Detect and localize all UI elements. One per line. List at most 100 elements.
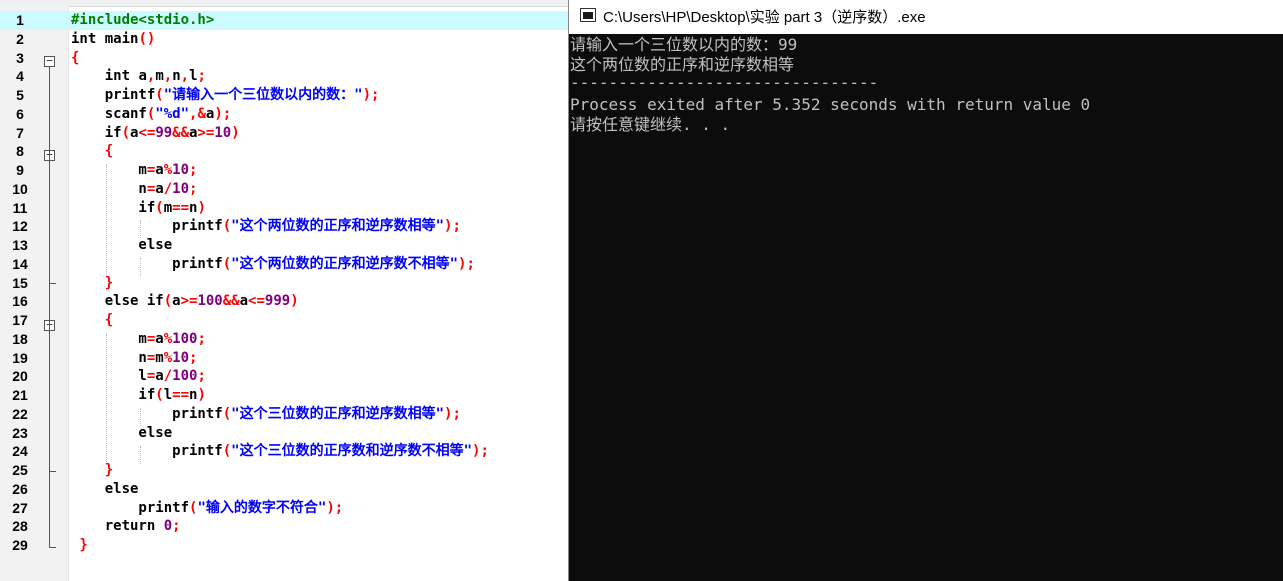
code-line[interactable]: 16 else if(a>=100&&a<=999) — [0, 292, 568, 311]
code-text[interactable]: { — [71, 49, 79, 68]
code-token: if — [71, 124, 122, 141]
code-token: % — [163, 349, 173, 366]
code-line[interactable]: 6 scanf("%d",&a); — [0, 105, 568, 124]
code-text[interactable]: n=a/10; — [71, 180, 197, 199]
indent-guide — [140, 408, 141, 426]
code-token: "这个三位数的正序和逆序数相等" — [231, 405, 445, 422]
code-token: () — [138, 30, 156, 47]
code-token: } — [71, 462, 114, 478]
code-text[interactable]: n=m%10; — [71, 349, 197, 368]
code-text[interactable]: m=a%100; — [71, 330, 205, 349]
code-line[interactable]: 26 else — [0, 480, 568, 499]
code-line[interactable]: 9 m=a%10; — [0, 161, 568, 180]
code-token: ; — [172, 518, 181, 535]
code-line[interactable]: 18 m=a%100; — [0, 330, 568, 349]
code-text[interactable]: if(l==n) — [71, 386, 205, 405]
code-token: == — [172, 387, 190, 403]
code-line[interactable]: 7 if(a<=99&&a>=10) — [0, 124, 568, 143]
indent-guide — [140, 258, 141, 276]
code-line[interactable]: 28 return 0; — [0, 517, 568, 536]
code-token: scanf — [71, 105, 147, 122]
code-token: ,& — [189, 105, 206, 122]
code-token: 999 — [264, 293, 291, 310]
code-token: a — [155, 180, 164, 197]
code-token: else — [71, 480, 139, 497]
code-line[interactable]: 4 int a,m,n,l; — [0, 67, 568, 86]
code-line[interactable]: 21 if(l==n) — [0, 386, 568, 405]
code-token: l — [189, 68, 198, 85]
code-text[interactable]: int main() — [71, 30, 155, 49]
code-line[interactable]: 3{ — [0, 49, 568, 68]
code-line[interactable]: 27 printf("输入的数字不符合"); — [0, 499, 568, 518]
code-line[interactable]: 19 n=m%10; — [0, 349, 568, 368]
code-token: printf — [71, 499, 190, 516]
code-line[interactable]: 10 n=a/10; — [0, 180, 568, 199]
code-token: >= — [197, 124, 215, 141]
code-text[interactable]: { — [71, 142, 113, 161]
code-text[interactable]: printf("这个两位数的正序和逆序数相等"); — [71, 217, 461, 236]
code-token: n — [71, 180, 147, 197]
line-number: 3 — [16, 49, 24, 66]
code-line[interactable]: 25 } — [0, 461, 568, 480]
code-text[interactable]: } — [71, 274, 113, 293]
code-line[interactable]: 8 { — [0, 142, 568, 161]
code-text[interactable]: else — [71, 480, 139, 499]
code-line[interactable]: 29 } — [0, 536, 568, 555]
code-line[interactable]: 12 printf("这个两位数的正序和逆序数相等"); — [0, 217, 568, 236]
code-editor[interactable]: 1 #include<stdio.h> 2 int main() 3{4 int a,m… — [0, 0, 568, 581]
code-line[interactable]: 24 printf("这个三位数的正序数和逆序数不相等"); — [0, 442, 568, 461]
code-token: ); — [326, 499, 344, 516]
code-token: a — [172, 293, 181, 310]
fold-toggle-main[interactable]: − — [44, 55, 55, 67]
code-text[interactable]: printf("输入的数字不符合"); — [71, 499, 343, 518]
code-text[interactable]: if(m==n) — [71, 199, 205, 218]
code-text[interactable]: scanf("%d",&a); — [71, 105, 231, 124]
code-token: { — [71, 312, 114, 328]
code-text[interactable]: int a,m,n,l; — [71, 67, 206, 86]
code-line[interactable]: 20 l=a/100; — [0, 367, 568, 386]
code-text[interactable]: l=a/100; — [71, 367, 205, 386]
code-text[interactable]: } — [71, 461, 113, 480]
code-text[interactable]: return 0; — [71, 517, 181, 536]
console-window[interactable]: C:\Users\HP\Desktop\实验 part 3（逆序数）.exe 请… — [568, 0, 1283, 581]
code-line[interactable]: 1 #include<stdio.h> — [0, 11, 568, 30]
code-text[interactable]: { — [71, 311, 113, 330]
line-number: 15 — [12, 274, 28, 291]
fold-end-main — [49, 547, 56, 548]
line-number: 22 — [12, 405, 28, 422]
code-token: ( — [121, 124, 131, 141]
code-token: % — [163, 162, 173, 178]
code-text[interactable]: else — [71, 236, 172, 255]
code-token: "这个三位数的正序数和逆序数不相等" — [231, 443, 473, 460]
code-text[interactable]: m=a%10; — [71, 161, 197, 180]
code-text[interactable]: } — [71, 536, 87, 555]
console-title-bar[interactable]: C:\Users\HP\Desktop\实验 part 3（逆序数）.exe — [569, 0, 1283, 34]
code-text[interactable]: if(a<=99&&a>=10) — [71, 124, 240, 143]
line-number: 10 — [12, 180, 28, 197]
console-output[interactable]: 请输入一个三位数以内的数：99 这个两位数的正序和逆序数相等 ---------… — [569, 34, 1283, 581]
code-text[interactable]: #include<stdio.h> — [71, 11, 214, 30]
code-token: ) — [231, 124, 240, 141]
code-token: % — [163, 330, 173, 347]
code-text[interactable]: printf("这个三位数的正序和逆序数相等"); — [71, 405, 461, 424]
code-text[interactable]: printf("请输入一个三位数以内的数："); — [71, 86, 380, 105]
code-line[interactable]: 2 int main() — [0, 30, 568, 49]
code-text[interactable]: else — [71, 424, 172, 443]
code-line[interactable]: 23 else — [0, 424, 568, 443]
code-line[interactable]: 14 printf("这个两位数的正序和逆序数不相等"); — [0, 255, 568, 274]
code-token: else — [71, 237, 173, 253]
code-token: return — [71, 518, 156, 535]
code-text[interactable]: else if(a>=100&&a<=999) — [71, 292, 299, 311]
code-line[interactable]: 13 else — [0, 236, 568, 255]
code-line[interactable]: 15 } — [0, 274, 568, 293]
code-text[interactable]: printf("这个三位数的正序数和逆序数不相等"); — [71, 442, 489, 461]
code-line[interactable]: 11 if(m==n) — [0, 199, 568, 218]
code-text[interactable]: printf("这个两位数的正序和逆序数不相等"); — [71, 255, 475, 274]
code-line[interactable]: 22 printf("这个三位数的正序和逆序数相等"); — [0, 405, 568, 424]
code-line[interactable]: 5 printf("请输入一个三位数以内的数："); — [0, 86, 568, 105]
line-number: 1 — [16, 12, 24, 28]
code-token: else if — [71, 293, 164, 310]
fold-line-main — [49, 67, 50, 547]
code-token: <= — [248, 293, 265, 310]
code-line[interactable]: 17 { — [0, 311, 568, 330]
